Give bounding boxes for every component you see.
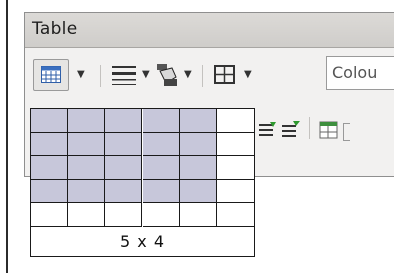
- table-size-picker[interactable]: 5 x 4: [30, 108, 255, 257]
- grid-cell[interactable]: [216, 156, 254, 180]
- insert-rows-icon[interactable]: [257, 120, 277, 140]
- grid-cell[interactable]: [105, 203, 143, 227]
- grid-cell[interactable]: [68, 179, 106, 204]
- toolbar-title: Table: [32, 19, 78, 39]
- border-colour-field[interactable]: Colou: [326, 56, 394, 90]
- colour-field-text: Colou: [332, 63, 378, 82]
- window-edge: [6, 0, 8, 273]
- grid-cell[interactable]: [179, 132, 217, 157]
- grid-cell[interactable]: [105, 179, 143, 204]
- merge-cells-icon[interactable]: [319, 120, 339, 140]
- grid-cell[interactable]: [31, 203, 69, 227]
- insert-table-icon: [41, 66, 61, 83]
- grid-cell[interactable]: [142, 156, 180, 180]
- grid-cell[interactable]: [68, 203, 106, 227]
- toolbar-separator: [202, 65, 203, 87]
- grid-cell[interactable]: [179, 179, 217, 204]
- grid-cell[interactable]: [142, 203, 180, 227]
- grid-cell[interactable]: [105, 109, 143, 133]
- grid-cell[interactable]: [179, 203, 217, 227]
- grid-cell[interactable]: [68, 109, 106, 133]
- toolbar-separator: [309, 117, 310, 139]
- grid-cell[interactable]: [68, 156, 106, 180]
- line-style-icon[interactable]: [112, 64, 136, 86]
- insert-columns-icon[interactable]: [281, 120, 301, 140]
- grid-cell[interactable]: [142, 179, 180, 204]
- grid-cell[interactable]: [216, 133, 254, 157]
- grid-cell[interactable]: [31, 132, 69, 157]
- toolbar-title-bar[interactable]: Table: [25, 13, 394, 48]
- insert-table-button[interactable]: [33, 59, 69, 91]
- grid-cell[interactable]: [179, 156, 217, 180]
- grid-cell[interactable]: [31, 156, 69, 180]
- grid-cell[interactable]: [142, 132, 180, 157]
- truncated-icon: [343, 123, 350, 141]
- grid-cell[interactable]: [216, 180, 254, 204]
- grid-cell[interactable]: [105, 156, 143, 180]
- chevron-down-icon[interactable]: ▼: [77, 69, 85, 80]
- grid-cell[interactable]: [216, 203, 254, 227]
- grid-cell[interactable]: [68, 132, 106, 157]
- table-size-label: 5 x 4: [120, 232, 165, 251]
- grid-cell[interactable]: [31, 109, 69, 133]
- grid-cell[interactable]: [142, 109, 180, 133]
- grid-cell[interactable]: [179, 109, 217, 133]
- paint-bucket-icon[interactable]: [156, 63, 178, 87]
- borders-icon[interactable]: [214, 65, 236, 85]
- grid-cell[interactable]: [31, 179, 69, 204]
- chevron-down-icon[interactable]: ▼: [184, 69, 192, 80]
- grid-cell[interactable]: [216, 109, 254, 133]
- chevron-down-icon[interactable]: ▼: [244, 69, 252, 80]
- table-size-grid[interactable]: [31, 109, 254, 227]
- chevron-down-icon[interactable]: ▼: [142, 69, 150, 80]
- grid-cell[interactable]: [105, 132, 143, 157]
- toolbar-separator: [100, 65, 101, 87]
